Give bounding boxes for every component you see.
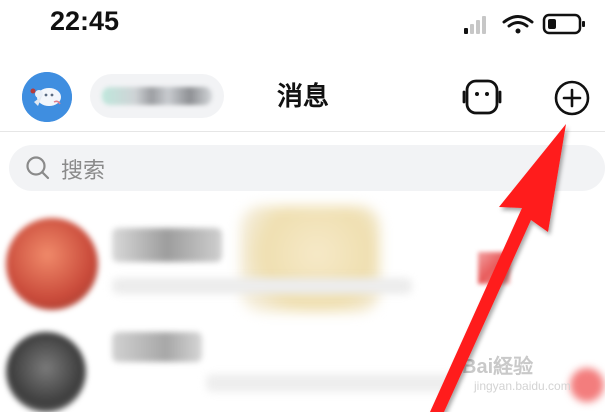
status-icons bbox=[464, 13, 585, 35]
baidu-watermark: Bai経验 bbox=[462, 356, 534, 378]
wifi-icon bbox=[502, 15, 534, 34]
conversation-title-redacted bbox=[112, 332, 202, 362]
search-placeholder: 搜索 bbox=[61, 159, 106, 184]
avatar[interactable] bbox=[22, 72, 72, 122]
avatar-image bbox=[22, 72, 72, 122]
conversation-title-redacted bbox=[112, 228, 222, 262]
username-redacted bbox=[102, 87, 212, 105]
conversation-avatar bbox=[6, 332, 86, 412]
unread-badge-redacted bbox=[570, 368, 604, 402]
battery-icon bbox=[542, 13, 585, 35]
baidu-watermark-url: jingyan.baidu.com bbox=[474, 379, 571, 393]
status-bar: 22:45 bbox=[0, 0, 605, 52]
page-title: 消息 bbox=[276, 82, 329, 112]
search-icon bbox=[26, 156, 50, 180]
search-bar[interactable]: 搜索 bbox=[9, 145, 605, 191]
conversation-avatar bbox=[6, 218, 98, 310]
status-time: 22:45 bbox=[50, 6, 120, 36]
robot-button[interactable] bbox=[462, 78, 502, 118]
conversation-preview-redacted bbox=[240, 206, 380, 312]
header-divider bbox=[0, 131, 605, 132]
cellular-signal-icon bbox=[464, 16, 486, 34]
conversation-snippet-redacted bbox=[112, 278, 412, 294]
conversation-snippet-redacted bbox=[206, 374, 456, 392]
robot-icon bbox=[462, 79, 502, 115]
header-bar: 消息 bbox=[0, 60, 605, 132]
list-item[interactable] bbox=[0, 200, 605, 312]
add-button[interactable] bbox=[552, 78, 592, 118]
username-pill[interactable] bbox=[90, 74, 224, 118]
unread-badge-redacted bbox=[478, 252, 510, 284]
plus-circle-icon bbox=[554, 80, 590, 116]
